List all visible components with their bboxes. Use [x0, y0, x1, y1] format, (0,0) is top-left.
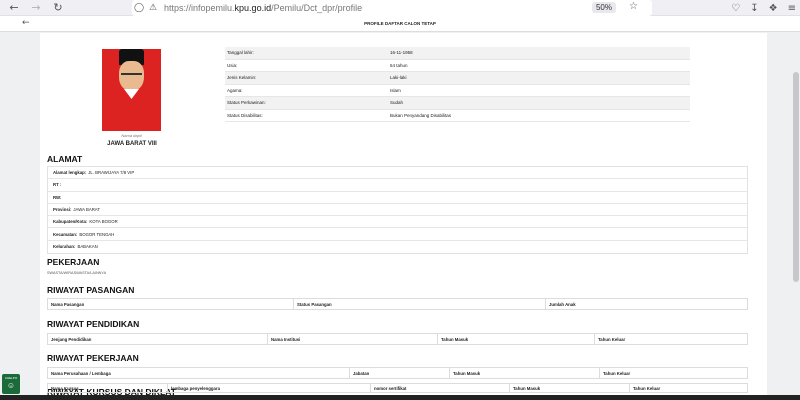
personal-info-table: Tanggal lahir: 16-11-1958 Usia: 64 tahun J…: [225, 47, 690, 122]
column-header: Nama Institusi: [268, 334, 438, 344]
column-header: Tahun Keluar: [598, 336, 626, 342]
address-bar[interactable]: ◯ ⚠ https://infopemilu.kpu.go.id/Pemilu/…: [132, 0, 652, 16]
pasangan-table-header: Nama Pasangan Status Pasangan Jumlah Ana…: [47, 298, 748, 310]
pekerjaan-heading: PEKERJAAN: [47, 257, 100, 267]
app-badge[interactable]: CHELPO ☺: [2, 374, 20, 394]
info-row: Jenis Kelamin: Laki-laki: [225, 72, 690, 85]
page-title: PROFILE DAFTAR CALON TETAP: [364, 21, 436, 26]
column-header: Nama Perusahaan / Lembaga: [48, 368, 350, 378]
column-header: Jabatan: [350, 368, 450, 378]
zoom-level[interactable]: 50%: [591, 2, 616, 13]
column-header: lembaga penyelenggara: [168, 384, 371, 392]
pekerjaan-table-header: Nama Perusahaan / Lembaga Jabatan Tahun …: [47, 367, 748, 379]
extensions-icon[interactable]: ❖: [769, 3, 778, 14]
column-header: Jumlah Anak: [549, 301, 576, 307]
alamat-heading: ALAMAT: [47, 154, 83, 164]
address-row: Kelurahan: BABAKAN: [53, 244, 98, 250]
profile-sheet: Nama dapil JAWA BARAT VIII Tanggal lahir…: [40, 33, 767, 400]
download-icon[interactable]: ↧: [750, 3, 758, 14]
address-row: Alamat lengkap: JL. BRAWIJAYA 7/8 VIP: [48, 167, 747, 180]
scrollbar-thumb[interactable]: [793, 72, 799, 282]
address-row: Provinsi: JAWA BARAT: [48, 204, 747, 217]
pasangan-heading: RIWAYAT PASANGAN: [47, 285, 135, 295]
column-header: Jenjang Pendidikan: [48, 334, 268, 344]
forward-icon[interactable]: →: [28, 0, 44, 16]
back-icon[interactable]: ←: [6, 0, 22, 16]
taskbar-edge: [0, 395, 800, 400]
pocket-icon[interactable]: ♡: [731, 3, 740, 14]
person-icon: ☺: [6, 381, 16, 390]
address-row: Kabupaten/Kota: KOTA BOGOR: [48, 216, 747, 229]
riwayat-pekerjaan-heading: RIWAYAT PEKERJAAN: [47, 353, 139, 363]
dapil-label: JAWA BARAT VIII: [107, 141, 157, 147]
address-row: RT :: [48, 179, 747, 192]
bookmark-star-icon[interactable]: ☆: [629, 1, 638, 12]
lock-icon[interactable]: ⚠: [146, 3, 160, 13]
column-header: Tahun Masuk: [510, 384, 630, 392]
shield-icon[interactable]: ◯: [132, 3, 146, 13]
reload-icon[interactable]: ↻: [50, 0, 66, 16]
address-row: RW:: [48, 192, 747, 204]
url-text[interactable]: https://infopemilu.kpu.go.id/Pemilu/Dct_…: [164, 3, 362, 13]
info-row: Usia: 64 tahun: [225, 60, 690, 72]
info-row: Tanggal lahir: 16-11-1958: [225, 47, 690, 60]
column-header: Tahun Masuk: [450, 368, 600, 378]
page-header: ← PROFILE DAFTAR CALON TETAP: [0, 16, 800, 32]
page-body: ← PROFILE DAFTAR CALON TETAP Nama dapil …: [0, 16, 800, 400]
candidate-photo: [102, 49, 161, 131]
column-header: Nama Kursus: [48, 384, 168, 392]
kursus-table-header: Nama Kursus lembaga penyelenggara nomor …: [47, 383, 748, 393]
pendidikan-heading: RIWAYAT PENDIDIKAN: [47, 319, 140, 329]
browser-toolbar: ← → ↻ ◯ ⚠ https://infopemilu.kpu.go.id/P…: [0, 0, 800, 16]
pekerjaan-value: SWASTA/WIRASWASTA/LAINNYA: [47, 271, 107, 275]
column-header: Tahun Keluar: [603, 370, 631, 376]
address-row: Kecamatan: BOGOR TENGAH: [48, 228, 747, 241]
pendidikan-table-header: Jenjang Pendidikan Nama Institusi Tahun …: [47, 333, 748, 345]
address-table: Alamat lengkap: JL. BRAWIJAYA 7/8 VIP RT …: [47, 166, 748, 255]
column-header: nomor sertifikat: [371, 384, 510, 392]
menu-icon[interactable]: ≡: [788, 3, 796, 14]
column-header: Status Pasangan: [294, 299, 546, 309]
page-scrollbar[interactable]: [792, 32, 800, 400]
info-row: Agama: Islam: [225, 85, 690, 97]
column-header: Tahun Keluar: [633, 385, 661, 391]
column-header: Nama Pasangan: [48, 299, 294, 309]
info-row: Status Disabilitas: Bukan Penyandang Disa…: [225, 110, 690, 122]
info-row: Status Perkawinan: Sudah: [225, 97, 690, 110]
column-header: Tahun Masuk: [438, 334, 595, 344]
photo-caption: Nama dapil: [121, 133, 142, 138]
